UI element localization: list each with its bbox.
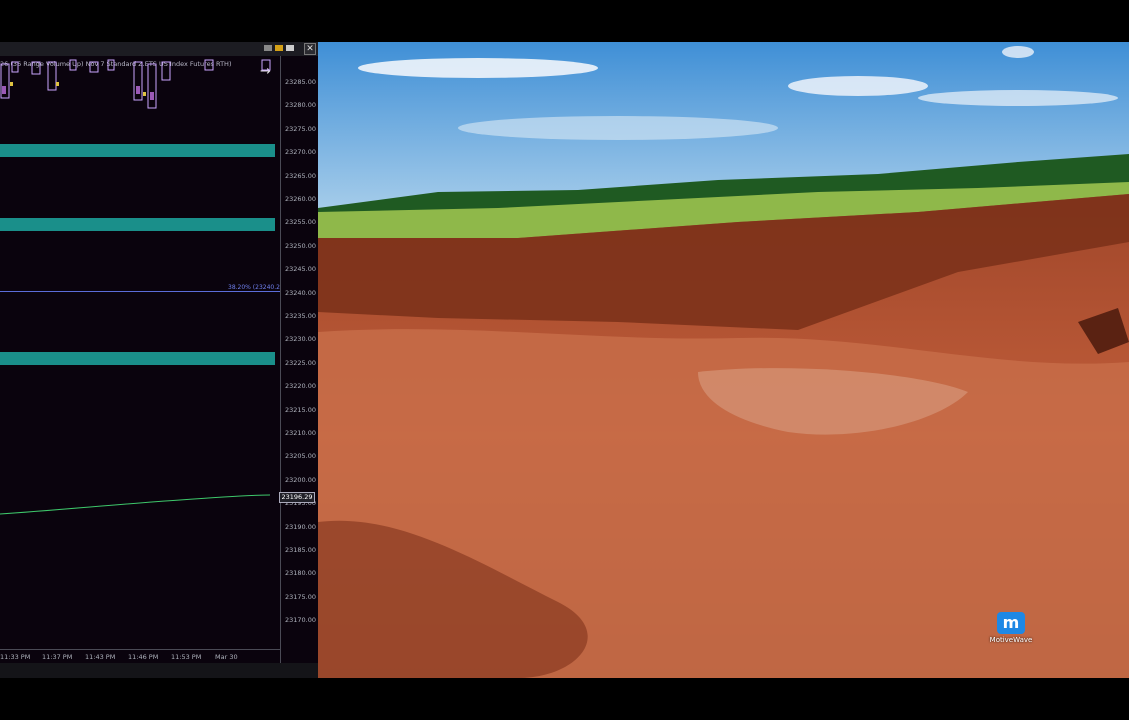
close-button[interactable]: ✕ <box>304 43 316 55</box>
price-bar <box>107 59 115 71</box>
moving-average-line <box>0 494 271 515</box>
desktop-icon-label: MotiveWave <box>989 636 1033 644</box>
restore-icon[interactable] <box>275 45 283 51</box>
price-bar <box>47 61 57 91</box>
price-tick: 23190.00 <box>285 522 317 531</box>
price-tick: 23230.00 <box>285 335 317 344</box>
fibonacci-line[interactable] <box>0 291 280 292</box>
price-bar-marker <box>150 92 154 100</box>
price-tick: 23225.00 <box>285 358 317 367</box>
price-bar <box>147 63 157 109</box>
price-tick: 23170.00 <box>285 616 317 625</box>
price-tick: 23285.00 <box>285 78 317 86</box>
fibonacci-label: 38.20% (23240.22) <box>228 284 287 291</box>
price-tick: 23235.00 <box>285 312 317 320</box>
price-tick: 23265.00 <box>285 171 317 180</box>
price-tick: 23200.00 <box>285 475 317 484</box>
price-bar-marker <box>10 82 13 86</box>
window-titlebar[interactable]: ✕ <box>0 42 318 56</box>
price-tick: 23280.00 <box>285 101 317 110</box>
price-tick: 23175.00 <box>285 592 317 601</box>
time-tick: 11:46 PM <box>128 653 159 661</box>
supply-demand-zone[interactable] <box>0 218 275 231</box>
time-tick: 11:43 PM <box>85 653 116 661</box>
price-bar-marker <box>2 86 6 94</box>
price-tick: 23275.00 <box>285 124 317 133</box>
price-bar <box>204 59 214 71</box>
last-price-label: 23196.29 <box>279 492 315 503</box>
minimize-icon[interactable] <box>264 45 272 51</box>
price-tick: 23220.00 <box>285 382 317 391</box>
time-tick: 11:53 PM <box>171 653 202 661</box>
motivewave-desktop-icon[interactable]: m MotiveWave <box>986 612 1036 650</box>
price-tick: 23245.00 <box>285 265 317 274</box>
time-tick: Mar 30 <box>215 653 238 661</box>
price-bar <box>133 61 143 101</box>
chart-window[interactable]: ✕ 26 (36 Range Volume Up) Nov 7 Standard… <box>0 42 318 678</box>
supply-demand-zone[interactable] <box>0 352 275 365</box>
price-bars <box>0 59 271 109</box>
price-bar-marker <box>56 82 59 86</box>
price-bar <box>261 59 271 71</box>
price-tick: 23180.00 <box>285 569 317 578</box>
price-bar <box>69 59 77 71</box>
price-tick: 23270.00 <box>285 148 317 157</box>
price-bar <box>161 61 171 81</box>
horizontal-scrollbar[interactable] <box>0 663 318 678</box>
supply-demand-zone[interactable] <box>0 144 275 157</box>
time-tick: 11:33 PM <box>0 653 31 661</box>
price-tick: 23250.00 <box>285 241 317 250</box>
price-bar-marker <box>136 86 140 94</box>
price-tick: 23260.00 <box>285 195 317 203</box>
price-bar <box>89 61 99 73</box>
price-tick: 23205.00 <box>285 452 317 461</box>
price-bar <box>11 61 19 73</box>
price-tick: 23240.00 <box>285 288 317 297</box>
motivewave-icon: m <box>997 612 1025 634</box>
price-tick: 23210.00 <box>285 429 317 437</box>
price-tick: 23215.00 <box>285 405 317 414</box>
maximize-icon[interactable] <box>286 45 294 51</box>
time-tick: 11:37 PM <box>42 653 73 661</box>
price-bar <box>31 61 41 75</box>
price-tick: 23185.00 <box>285 546 317 554</box>
price-bar-marker <box>143 92 146 96</box>
price-tick: 23255.00 <box>285 218 317 227</box>
landscape-photo <box>318 42 1129 678</box>
desktop-wallpaper <box>318 42 1129 678</box>
